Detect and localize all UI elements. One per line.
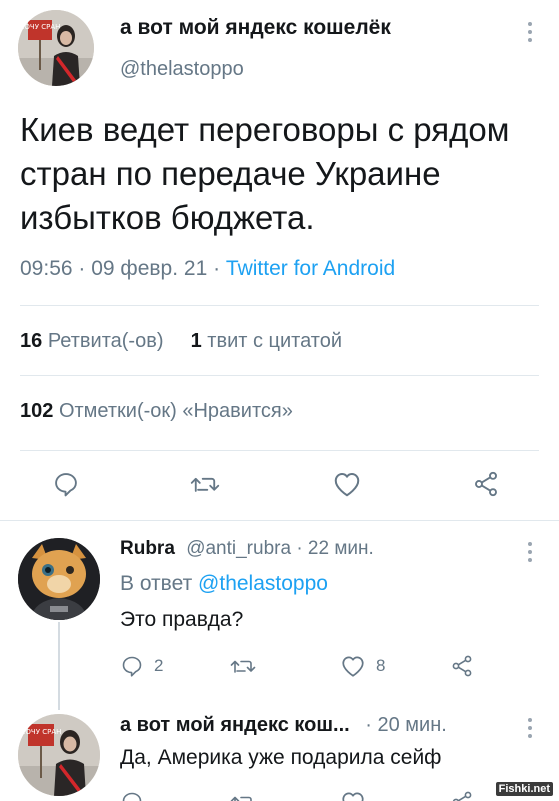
likes-label[interactable]: Отметки(-ок) «Нравится» (59, 400, 293, 422)
reply-to-link[interactable]: @thelastoppo (198, 572, 328, 595)
reply-actions: 2 8 (0, 650, 559, 684)
reply-count: 2 (154, 656, 164, 675)
more-icon[interactable] (527, 542, 533, 562)
quotes-label[interactable]: твит с цитатой (207, 330, 342, 352)
avatar[interactable]: ХОЧУ СРАН (18, 10, 94, 86)
meta-separator: · (296, 538, 308, 559)
tweet-actions (0, 462, 559, 506)
retweet-icon[interactable] (230, 654, 256, 678)
reply-context: В ответ @thelastoppo (120, 572, 328, 596)
reply-header: Rubra @anti_rubra · 22 мин. (120, 538, 374, 560)
display-name[interactable]: а вот мой яндекс кошелёк (120, 16, 391, 40)
share-icon[interactable] (450, 654, 474, 678)
reply-header: а вот мой яндекс кош... · 20 мин. (120, 714, 447, 737)
reply-icon[interactable] (120, 790, 144, 801)
reply-icon[interactable] (52, 470, 80, 498)
like-count: 8 (376, 656, 386, 675)
tweet-meta: 09:56 · 09 февр. 21 · Twitter for Androi… (20, 257, 395, 281)
handle[interactable]: @anti_rubra (186, 538, 291, 559)
more-icon[interactable] (527, 22, 533, 42)
reply-prefix: В ответ (120, 572, 193, 595)
reply-actions (0, 788, 559, 801)
avatar-sign-text: ХОЧУ СРАН (21, 728, 62, 736)
avatar-sign-text: ХОЧУ СРАН (20, 23, 61, 31)
tweet-time: 09:56 (20, 257, 73, 280)
avatar[interactable] (18, 538, 100, 620)
avatar[interactable]: ХОЧУ СРАН (18, 714, 100, 796)
like-button[interactable]: 8 (340, 654, 385, 678)
retweets-count[interactable]: 16 (20, 330, 42, 352)
like-stats: 102 Отметки(-ок) «Нравится» (20, 400, 293, 423)
reply-button[interactable]: 2 (120, 654, 163, 678)
reply-icon (122, 656, 142, 677)
divider (20, 450, 539, 451)
reply-time[interactable]: 22 мин. (308, 538, 374, 559)
reply-time[interactable]: 20 мин. (377, 714, 446, 736)
like-icon (342, 656, 364, 677)
retweet-icon[interactable] (230, 790, 256, 801)
retweet-icon[interactable] (190, 470, 220, 498)
quotes-count[interactable]: 1 (191, 330, 202, 352)
retweets-label[interactable]: Ретвита(-ов) (48, 330, 164, 352)
share-icon[interactable] (450, 790, 474, 801)
avatar-image (18, 538, 100, 620)
display-name[interactable]: Rubra (120, 538, 175, 559)
divider (20, 375, 539, 376)
display-name[interactable]: а вот мой яндекс кош... (120, 714, 350, 736)
like-icon[interactable] (332, 470, 362, 498)
retweet-stats: 16 Ретвита(-ов) 1 твит с цитатой (20, 330, 342, 353)
like-icon[interactable] (340, 790, 366, 801)
tweet-source-link[interactable]: Twitter for Android (226, 257, 395, 280)
meta-separator: · (365, 714, 378, 736)
avatar-image: ХОЧУ СРАН (18, 10, 94, 86)
more-icon[interactable] (527, 718, 533, 738)
handle[interactable]: @thelastoppo (120, 58, 244, 81)
share-icon[interactable] (472, 470, 500, 498)
tweet-text: Киев ведет переговоры с рядом стран по п… (20, 111, 510, 236)
reply-text: Это правда? (120, 608, 244, 631)
divider (20, 305, 539, 306)
avatar-image: ХОЧУ СРАН (18, 714, 100, 796)
likes-count[interactable]: 102 (20, 400, 53, 422)
reply-text: Да, Америка уже подарила сейф (120, 746, 442, 769)
tweet-date: 09 февр. 21 (91, 257, 208, 280)
meta-separator: · (213, 257, 226, 280)
divider (0, 520, 559, 521)
watermark: Fishki.net (495, 782, 553, 796)
meta-separator: · (78, 257, 92, 280)
main-tweet: ХОЧУ СРАН а вот мой яндекс кошелёк @thel… (0, 0, 559, 520)
